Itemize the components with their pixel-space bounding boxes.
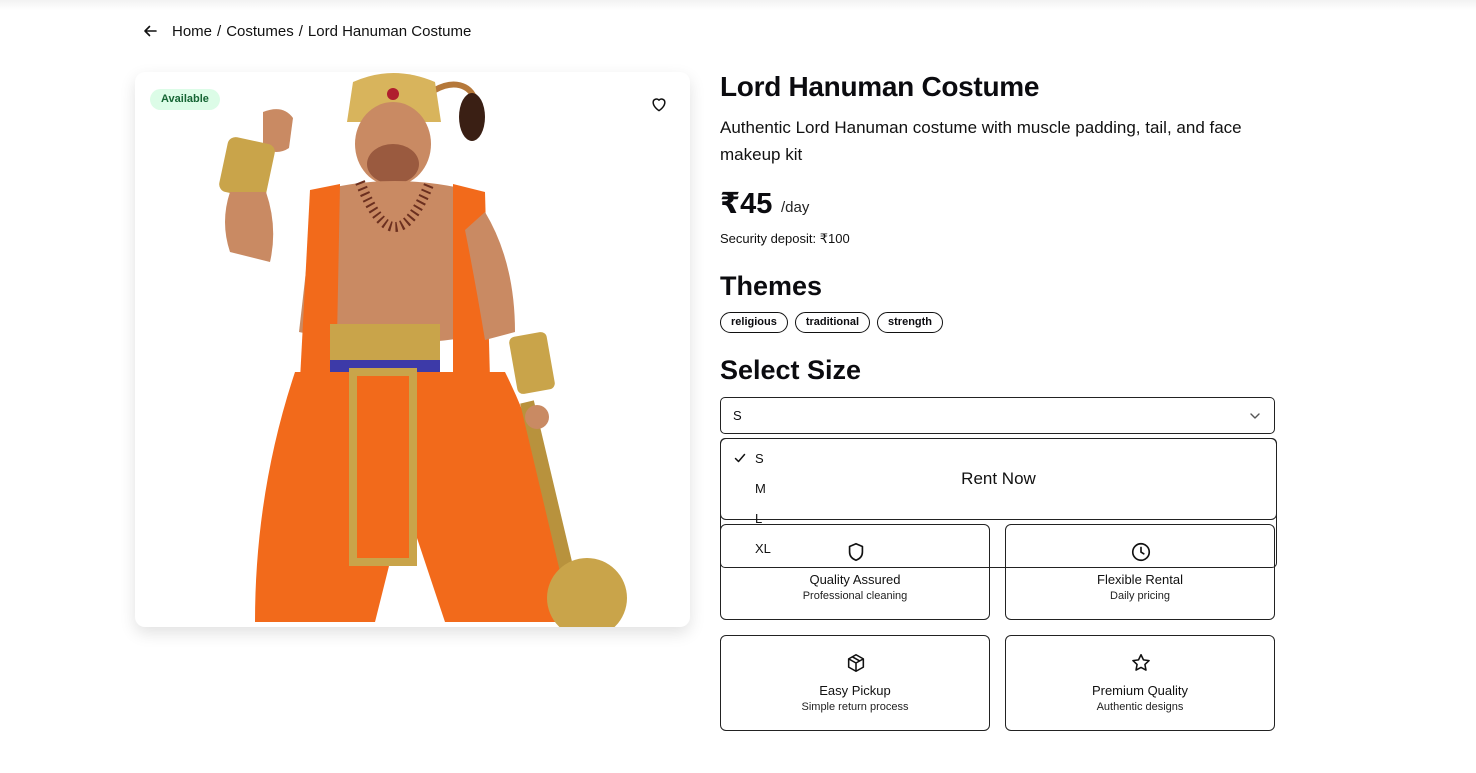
feature-title: Quality Assured (809, 572, 901, 587)
chevron-down-icon (1248, 409, 1262, 423)
costume-image (219, 73, 627, 627)
theme-tag: traditional (794, 312, 871, 333)
feature-subtitle: Daily pricing (1110, 590, 1170, 602)
theme-tag: strength (877, 312, 944, 333)
breadcrumb-costumes[interactable]: Costumes (226, 23, 294, 40)
check-icon (733, 451, 747, 465)
feature-title: Easy Pickup (819, 683, 891, 698)
product-title: Lord Hanuman Costume (720, 71, 1040, 102)
breadcrumb-separator: / (217, 22, 222, 40)
heart-icon[interactable] (649, 94, 669, 114)
size-select[interactable]: S (720, 397, 1275, 434)
breadcrumb: Home / Costumes / Lord Hanuman Costume (142, 20, 471, 42)
price-unit: /day (781, 199, 810, 216)
price: ₹45 (720, 188, 773, 220)
product-image-card: Available (135, 72, 690, 627)
size-option-s[interactable]: S (755, 451, 764, 466)
feature-subtitle: Professional cleaning (802, 590, 908, 602)
themes-heading: Themes (720, 271, 823, 301)
size-option-l[interactable]: L (755, 511, 762, 526)
star-icon (1130, 652, 1152, 674)
back-arrow-icon[interactable] (142, 22, 160, 40)
top-shadow (0, 0, 1476, 10)
feature-subtitle: Simple return process (801, 701, 909, 713)
size-option-xl[interactable]: XL (755, 541, 771, 556)
size-select-value: S (733, 408, 742, 423)
breadcrumb-separator: / (298, 22, 303, 40)
feature-title: Premium Quality (1091, 683, 1189, 698)
theme-tag: religious (720, 312, 788, 333)
feature-subtitle: Authentic designs (1096, 701, 1184, 713)
feature-card-easy-pickup: Easy Pickup Simple return process (720, 635, 990, 731)
size-dropdown-menu: S M L XL (720, 438, 1277, 568)
size-option-m[interactable]: M (755, 481, 766, 496)
security-deposit: Security deposit: ₹100 (720, 231, 850, 246)
theme-tags: religious traditional strength (720, 312, 944, 333)
product-description: Authentic Lord Hanuman costume with musc… (720, 118, 1242, 164)
feature-title: Flexible Rental (1097, 572, 1183, 587)
select-size-heading: Select Size (720, 355, 862, 385)
breadcrumb-home[interactable]: Home (172, 23, 212, 40)
package-icon (845, 652, 867, 674)
availability-badge: Available (150, 89, 220, 110)
breadcrumb-current: Lord Hanuman Costume (307, 22, 472, 40)
feature-card-premium-quality: Premium Quality Authentic designs (1005, 635, 1275, 731)
